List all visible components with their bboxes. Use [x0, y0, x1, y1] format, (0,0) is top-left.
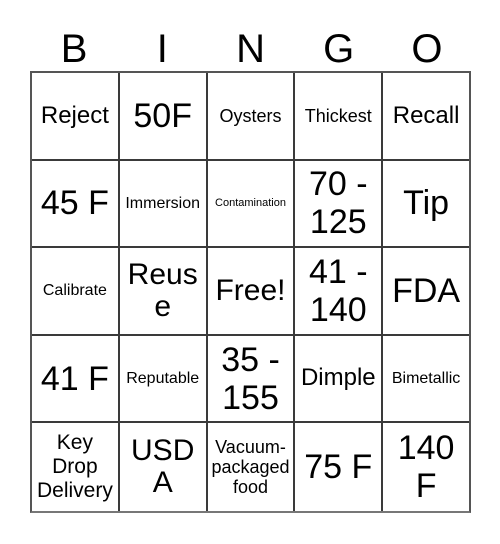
- bingo-cell-g1[interactable]: Thickest: [295, 73, 384, 161]
- bingo-cell-b1[interactable]: Reject: [32, 73, 120, 161]
- bingo-cell-label: Calibrate: [42, 282, 107, 300]
- bingo-cell-label: USDA: [131, 433, 195, 500]
- bingo-cell-label: Dimple: [300, 364, 376, 392]
- bingo-cell-b2[interactable]: 45 F: [32, 160, 120, 249]
- bingo-cell-o1[interactable]: Recall: [383, 73, 469, 161]
- bingo-cell-n5[interactable]: Vacuum-packaged food: [207, 423, 296, 511]
- bingo-cell-label: Reject: [40, 101, 109, 129]
- bingo-cell-label: FDA: [392, 271, 461, 310]
- bingo-cell-label: Oysters: [219, 105, 282, 126]
- bingo-row-3: Calibrate Reuse Free! 41 - 140 FDA: [32, 248, 469, 336]
- bingo-cell-i4[interactable]: Reputable: [119, 335, 208, 424]
- bingo-cell-g3[interactable]: 41 - 140: [295, 248, 384, 336]
- bingo-cell-label: 41 F: [40, 359, 109, 398]
- bingo-cell-label: 50F: [133, 96, 192, 135]
- bingo-cell-n2[interactable]: Contamination: [207, 160, 296, 249]
- bingo-header-letter-o: O: [411, 27, 443, 71]
- bingo-cell-b5[interactable]: Key Drop Delivery: [32, 423, 120, 511]
- bingo-cell-label: 140 F: [397, 429, 455, 506]
- bingo-cell-label: Free!: [215, 273, 286, 307]
- bingo-header-letter-n: N: [236, 27, 265, 71]
- bingo-row-5: Key Drop Delivery USDA Vacuum-packaged f…: [32, 423, 469, 511]
- bingo-cell-label: 35 - 155: [221, 340, 280, 417]
- bingo-cell-label: 75 F: [304, 448, 373, 487]
- bingo-cell-label: Contamination: [215, 197, 286, 210]
- bingo-header-letter-b: B: [60, 27, 88, 71]
- bingo-cell-o2[interactable]: Tip: [383, 160, 469, 249]
- bingo-cell-label: Reputable: [126, 369, 200, 387]
- bingo-cell-o4[interactable]: Bimetallic: [383, 335, 469, 424]
- bingo-cell-b3[interactable]: Calibrate: [32, 248, 120, 336]
- bingo-header-letter-i: I: [156, 27, 168, 71]
- bingo-cell-n4[interactable]: 35 - 155: [207, 335, 296, 424]
- bingo-cell-label: 41 - 140: [308, 252, 368, 329]
- bingo-cell-label: Immersion: [125, 194, 201, 212]
- bingo-row-2: 45 F Immersion Contamination 70 - 125 Ti…: [32, 160, 469, 249]
- bingo-row-4: 41 F Reputable 35 - 155 Dimple Bimetalli…: [32, 335, 469, 424]
- bingo-grid: Reject 50F Oysters Thickest Recall 45 F …: [30, 71, 471, 513]
- bingo-cell-g5[interactable]: 75 F: [295, 423, 384, 511]
- bingo-cell-b4[interactable]: 41 F: [32, 335, 120, 424]
- bingo-cell-n1[interactable]: Oysters: [207, 73, 296, 161]
- bingo-cell-label: 70 - 125: [308, 165, 368, 242]
- bingo-cell-i5[interactable]: USDA: [119, 423, 208, 511]
- bingo-cell-i2[interactable]: Immersion: [119, 160, 208, 249]
- bingo-cell-o5[interactable]: 140 F: [383, 423, 469, 511]
- bingo-cell-label: Recall: [392, 101, 460, 129]
- bingo-cell-label: Key Drop Delivery: [36, 431, 113, 503]
- bingo-cell-free-space[interactable]: Free!: [207, 248, 296, 336]
- bingo-cell-label: Tip: [403, 184, 450, 223]
- bingo-cell-i3[interactable]: Reuse: [119, 248, 208, 336]
- bingo-cell-g2[interactable]: 70 - 125: [295, 160, 384, 249]
- bingo-cell-label: Vacuum-packaged food: [211, 436, 290, 498]
- bingo-cell-label: Reuse: [127, 257, 198, 323]
- bingo-cell-o3[interactable]: FDA: [383, 248, 469, 336]
- bingo-cell-i1[interactable]: 50F: [119, 73, 208, 161]
- bingo-cell-label: Bimetallic: [391, 369, 461, 387]
- bingo-cell-label: 45 F: [40, 184, 109, 223]
- bingo-row-1: Reject 50F Oysters Thickest Recall: [32, 73, 469, 161]
- bingo-header-row: B I N G O: [30, 18, 471, 70]
- bingo-cell-label: Thickest: [304, 105, 372, 126]
- bingo-header-letter-g: G: [323, 27, 355, 71]
- bingo-card: B I N G O Reject 50F Oysters Thickest Re…: [0, 0, 500, 544]
- bingo-cell-g4[interactable]: Dimple: [295, 335, 384, 424]
